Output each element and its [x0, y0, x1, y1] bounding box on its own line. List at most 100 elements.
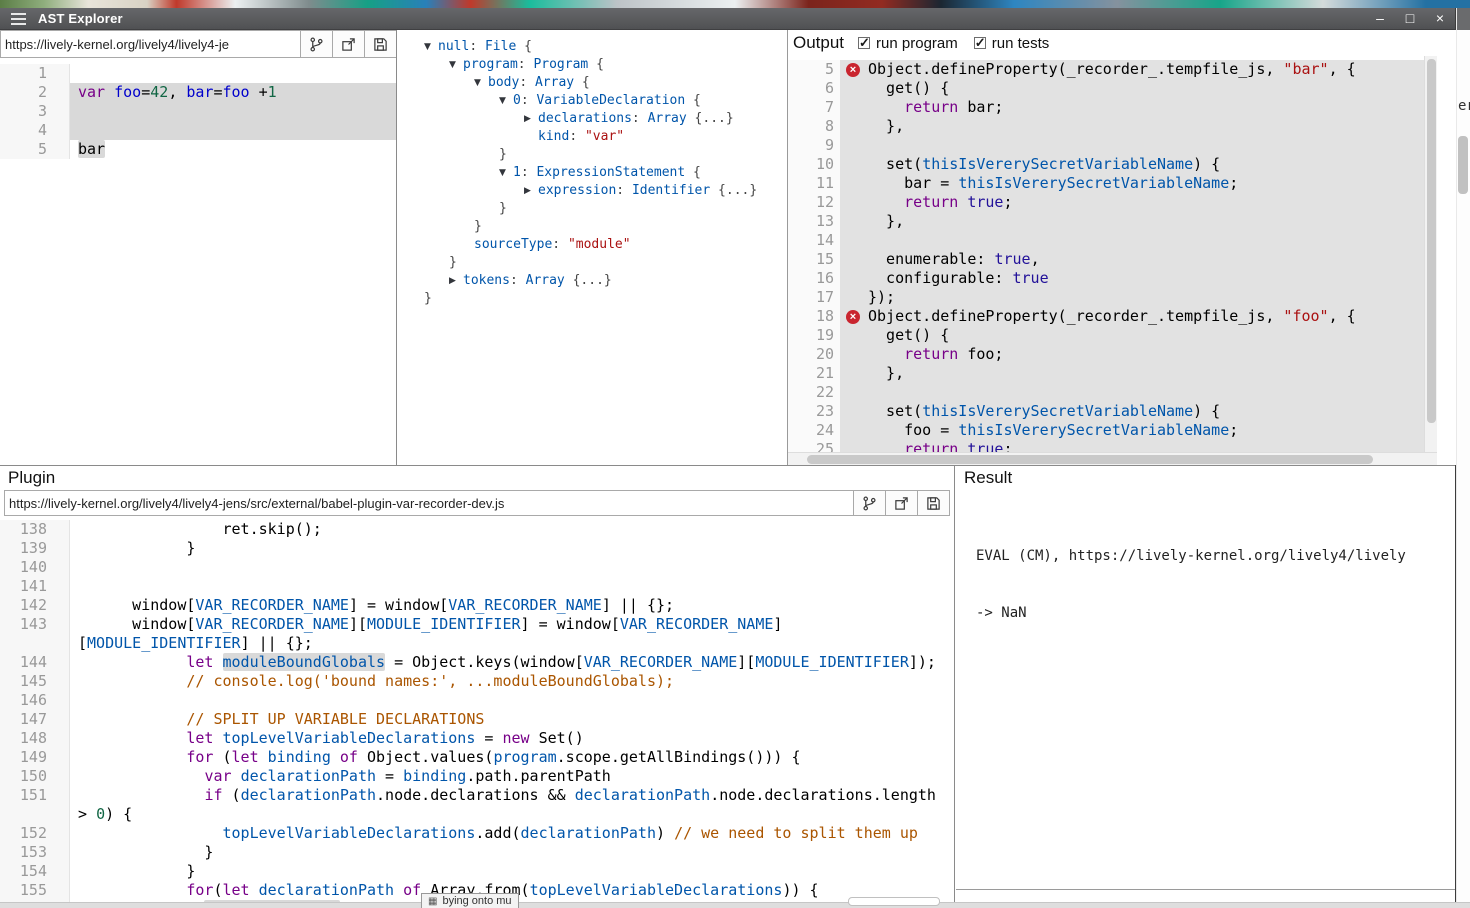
save-button[interactable]	[918, 490, 950, 516]
collapse-icon[interactable]: ▼	[449, 56, 463, 74]
bottom-scrollbar-thumb[interactable]	[848, 897, 940, 906]
ast-node[interactable]: }	[398, 218, 787, 236]
ast-node[interactable]: ▼1: ExpressionStatement {	[398, 164, 787, 182]
expand-icon[interactable]: ▶	[449, 272, 463, 290]
code-line[interactable]: 143 window[VAR_RECORDER_NAME][MODULE_IDE…	[0, 615, 954, 634]
code-line[interactable]: 153 }	[0, 843, 954, 862]
collapse-icon[interactable]: ▼	[499, 164, 513, 182]
output-header: Output run programrun tests	[788, 30, 1456, 56]
code-line[interactable]: [MODULE_IDENTIFIER] || {};	[0, 634, 954, 653]
code-line[interactable]: 2var foo=42, bar=foo +1	[0, 83, 396, 102]
code-line[interactable]: 23 set(thisIsVererySecretVariableName) {	[788, 402, 1424, 421]
code-line[interactable]: 24 foo = thisIsVererySecretVariableName;	[788, 421, 1424, 440]
ast-node[interactable]: ▼null: File {	[398, 38, 787, 56]
code-line[interactable]: 14	[788, 231, 1424, 250]
code-line[interactable]: 25 return true;	[788, 440, 1424, 452]
version-branch-button[interactable]	[301, 30, 333, 58]
code-line[interactable]: 149 for (let binding of Object.values(pr…	[0, 748, 954, 767]
code-line[interactable]: 3	[0, 102, 396, 121]
code-line[interactable]: 11 bar = thisIsVererySecretVariableName;	[788, 174, 1424, 193]
checkbox-run-tests[interactable]: run tests	[974, 35, 1050, 52]
ast-node[interactable]: ▶tokens: Array {...}	[398, 272, 787, 290]
code-line[interactable]: 18×Object.defineProperty(_recorder_.temp…	[788, 307, 1424, 326]
code-line[interactable]: 146	[0, 691, 954, 710]
ast-node[interactable]: }	[398, 200, 787, 218]
source-url-input[interactable]	[0, 30, 301, 58]
code-line[interactable]: 20 return foo;	[788, 345, 1424, 364]
close-button[interactable]: ×	[1425, 8, 1455, 30]
output-horizontal-scrollbar	[788, 452, 1437, 465]
save-button[interactable]	[365, 30, 397, 58]
menu-icon[interactable]	[11, 18, 26, 20]
line-number: 149	[0, 748, 70, 767]
code-line[interactable]: 142 window[VAR_RECORDER_NAME] = window[V…	[0, 596, 954, 615]
ast-node[interactable]: ▼body: Array {	[398, 74, 787, 92]
code-line[interactable]: 6 get() {	[788, 79, 1424, 98]
ast-node[interactable]: ▶expression: Identifier {...}	[398, 182, 787, 200]
code-line[interactable]: 4	[0, 121, 396, 140]
code-line[interactable]: 147 // SPLIT UP VARIABLE DECLARATIONS	[0, 710, 954, 729]
code-line[interactable]: 150 var declarationPath = binding.path.p…	[0, 767, 954, 786]
result-line: EVAL (CM), https://lively-kernel.org/liv…	[976, 547, 1451, 566]
collapse-icon[interactable]: ▼	[499, 92, 513, 110]
minimize-button[interactable]: –	[1365, 8, 1395, 30]
ast-node[interactable]: ▼0: VariableDeclaration {	[398, 92, 787, 110]
code-line[interactable]: 148 let topLevelVariableDeclarations = n…	[0, 729, 954, 748]
code-line[interactable]: 145 // console.log('bound names:', ...mo…	[0, 672, 954, 691]
code-line[interactable]: 10 set(thisIsVererySecretVariableName) {	[788, 155, 1424, 174]
source-code-editor[interactable]: 12var foo=42, bar=foo +1345bar	[0, 58, 396, 465]
plugin-url-input[interactable]	[4, 490, 854, 516]
ast-node[interactable]: kind: "var"	[398, 128, 787, 146]
ast-node[interactable]: sourceType: "module"	[398, 236, 787, 254]
code-line[interactable]: 140	[0, 558, 954, 577]
expand-icon[interactable]: ▶	[524, 182, 538, 200]
version-branch-button[interactable]	[854, 490, 886, 516]
ast-node[interactable]: }	[398, 254, 787, 272]
window-titlebar[interactable]: AST Explorer – □ ×	[0, 8, 1455, 30]
code-line[interactable]: 22	[788, 383, 1424, 402]
output-horizontal-scroll-thumb[interactable]	[807, 455, 1373, 464]
code-line[interactable]: 139 }	[0, 539, 954, 558]
code-line[interactable]: 152 topLevelVariableDeclarations.add(dec…	[0, 824, 954, 843]
code-line[interactable]: 16 configurable: true	[788, 269, 1424, 288]
checkbox-icon[interactable]	[858, 37, 870, 49]
code-line[interactable]: 15 enumerable: true,	[788, 250, 1424, 269]
code-line[interactable]: 21 },	[788, 364, 1424, 383]
code-line[interactable]: 7 return bar;	[788, 98, 1424, 117]
plugin-code-editor[interactable]: 138 ret.skip();139 }140141142 window[VAR…	[0, 516, 954, 903]
code-line[interactable]: 19 get() {	[788, 326, 1424, 345]
code-line[interactable]: 5×Object.defineProperty(_recorder_.tempf…	[788, 60, 1424, 79]
maximize-button[interactable]: □	[1395, 8, 1425, 30]
open-external-button[interactable]	[886, 490, 918, 516]
line-number: 155	[0, 881, 70, 900]
background-window-fragment[interactable]: ▦ bying onto mu	[421, 893, 519, 908]
ast-tree-pane[interactable]: ▼null: File {▼program: Program {▼body: A…	[398, 30, 788, 465]
code-line[interactable]: 5bar	[0, 140, 396, 159]
output-vertical-scroll-thumb[interactable]	[1427, 59, 1436, 423]
code-line[interactable]: 12 return true;	[788, 193, 1424, 212]
output-code-view[interactable]: 5×Object.defineProperty(_recorder_.tempf…	[788, 56, 1424, 452]
background-scroll-thumb[interactable]	[1458, 136, 1468, 194]
ast-node[interactable]: ▼program: Program {	[398, 56, 787, 74]
code-line[interactable]: 151 if (declarationPath.node.declaration…	[0, 786, 954, 805]
code-line[interactable]: 9	[788, 136, 1424, 155]
code-line[interactable]: 8 },	[788, 117, 1424, 136]
code-line[interactable]: > 0) {	[0, 805, 954, 824]
checkbox-icon[interactable]	[974, 37, 986, 49]
code-line[interactable]: 144 let moduleBoundGlobals = Object.keys…	[0, 653, 954, 672]
code-line[interactable]: 13 },	[788, 212, 1424, 231]
code-line[interactable]: 17});	[788, 288, 1424, 307]
code-line[interactable]: 154 }	[0, 862, 954, 881]
collapse-icon[interactable]: ▼	[474, 74, 488, 92]
ast-node[interactable]: }	[398, 290, 787, 308]
collapse-icon[interactable]: ▼	[424, 38, 438, 56]
code-line[interactable]: 1	[0, 64, 396, 83]
code-line[interactable]: 138 ret.skip();	[0, 520, 954, 539]
expand-icon[interactable]: ▶	[524, 110, 538, 128]
open-external-button[interactable]	[333, 30, 365, 58]
checkbox-run-program[interactable]: run program	[858, 35, 958, 52]
ast-node[interactable]: }	[398, 146, 787, 164]
code-text: }	[499, 146, 507, 164]
code-line[interactable]: 141	[0, 577, 954, 596]
ast-node[interactable]: ▶declarations: Array {...}	[398, 110, 787, 128]
